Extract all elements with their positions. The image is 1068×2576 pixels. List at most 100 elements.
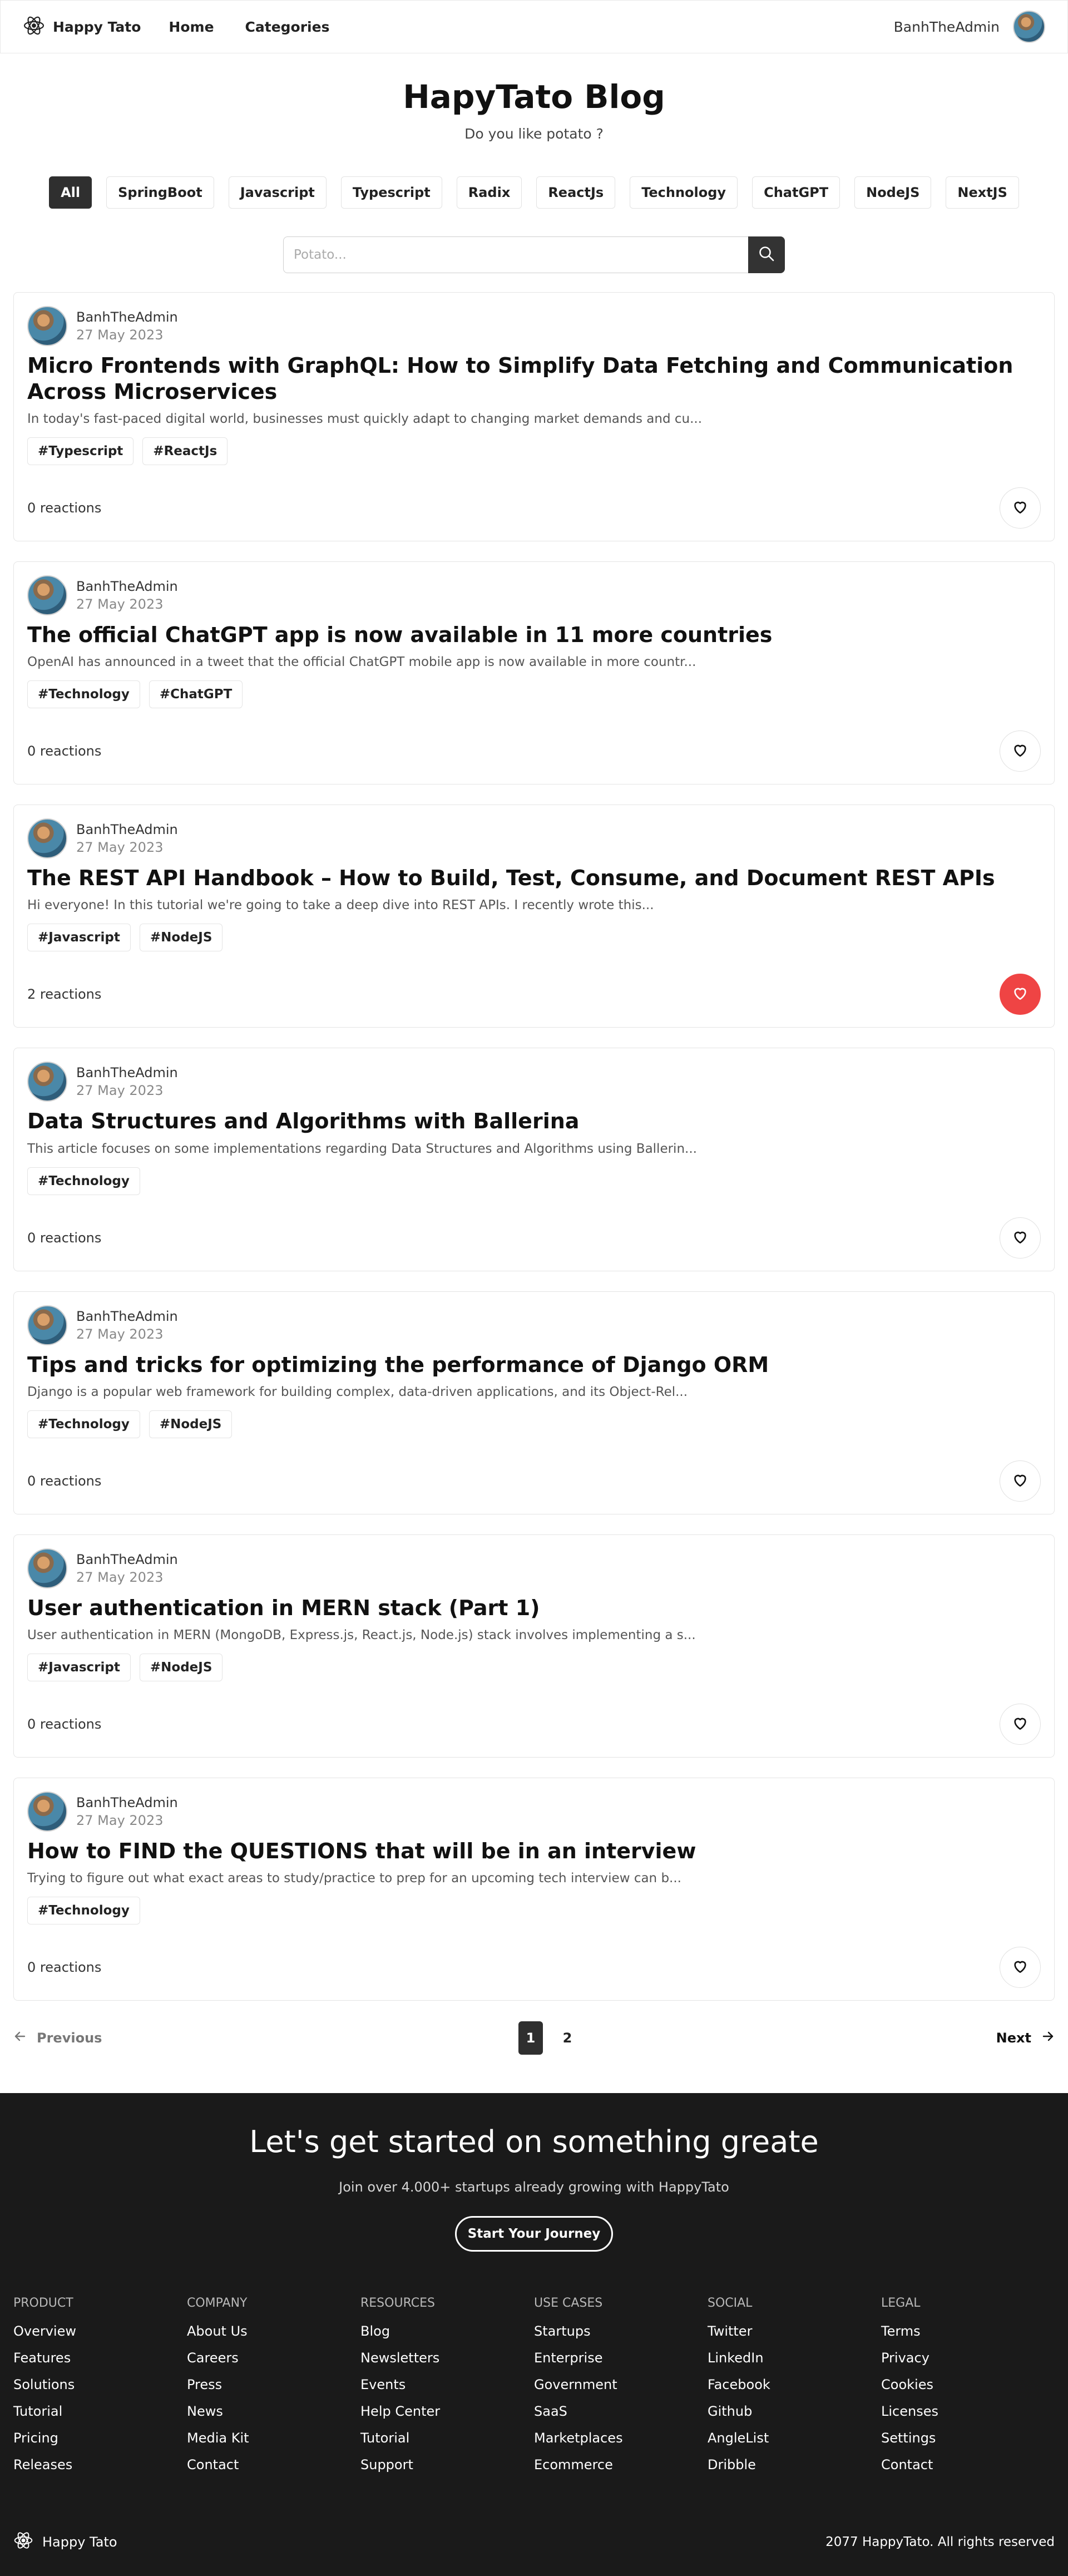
- footer-link[interactable]: AngleList: [708, 2430, 881, 2446]
- category-chip[interactable]: Radix: [456, 176, 522, 209]
- post-card[interactable]: BanhTheAdmin 27 May 2023 Data Structures a…: [13, 1048, 1055, 1271]
- footer-link[interactable]: Overview: [13, 2323, 187, 2339]
- tag-chip[interactable]: #NodeJS: [139, 924, 223, 952]
- search-input[interactable]: [283, 236, 748, 273]
- post-card[interactable]: BanhTheAdmin 27 May 2023 Tips and tricks f…: [13, 1291, 1055, 1514]
- page-number[interactable]: 2: [555, 2021, 580, 2055]
- post-card[interactable]: BanhTheAdmin 27 May 2023 How to FIND the Q…: [13, 1777, 1055, 2001]
- footer-link[interactable]: Startups: [534, 2323, 708, 2339]
- post-card[interactable]: BanhTheAdmin 27 May 2023 Micro Frontends w…: [13, 292, 1055, 542]
- post-title[interactable]: Tips and tricks for optimizing the perfo…: [27, 1352, 1041, 1378]
- category-chip[interactable]: All: [49, 176, 92, 209]
- start-journey-button[interactable]: Start Your Journey: [454, 2215, 614, 2252]
- footer-link[interactable]: Licenses: [881, 2404, 1055, 2419]
- footer-link[interactable]: Contact: [881, 2457, 1055, 2473]
- tag-chip[interactable]: #Technology: [27, 680, 140, 709]
- post-card[interactable]: BanhTheAdmin 27 May 2023 User authenticati…: [13, 1534, 1055, 1758]
- like-button[interactable]: [1000, 731, 1041, 772]
- category-chip[interactable]: Typescript: [340, 176, 442, 209]
- footer-link[interactable]: Settings: [881, 2430, 1055, 2446]
- avatar[interactable]: [27, 1548, 67, 1588]
- category-chip[interactable]: Javascript: [228, 176, 327, 209]
- footer-brand[interactable]: Happy Tato: [13, 2530, 117, 2554]
- nav-link-categories[interactable]: Categories: [245, 19, 330, 35]
- footer-link[interactable]: Blog: [360, 2323, 534, 2339]
- author-name[interactable]: BanhTheAdmin: [76, 822, 178, 837]
- footer-link[interactable]: Help Center: [360, 2404, 534, 2419]
- post-title[interactable]: How to FIND the QUESTIONS that will be i…: [27, 1838, 1041, 1864]
- footer-link[interactable]: Ecommerce: [534, 2457, 708, 2473]
- footer-link[interactable]: Newsletters: [360, 2350, 534, 2366]
- footer-link[interactable]: Cookies: [881, 2377, 1055, 2392]
- footer-link[interactable]: Tutorial: [360, 2430, 534, 2446]
- tag-chip[interactable]: #Javascript: [27, 924, 131, 952]
- footer-link[interactable]: Marketplaces: [534, 2430, 708, 2446]
- user-menu[interactable]: BanhTheAdmin: [894, 11, 1045, 43]
- footer-link[interactable]: Contact: [187, 2457, 360, 2473]
- footer-link[interactable]: Features: [13, 2350, 187, 2366]
- category-chip[interactable]: NodeJS: [854, 176, 932, 209]
- post-title[interactable]: Data Structures and Algorithms with Ball…: [27, 1108, 1041, 1134]
- tag-chip[interactable]: #ChatGPT: [149, 680, 243, 709]
- footer-link[interactable]: LinkedIn: [708, 2350, 881, 2366]
- nav-link-home[interactable]: Home: [169, 19, 214, 35]
- tag-chip[interactable]: #Javascript: [27, 1653, 131, 1681]
- category-chip[interactable]: ReactJs: [536, 176, 616, 209]
- next-page-button[interactable]: Next: [996, 2030, 1055, 2046]
- avatar[interactable]: [27, 306, 67, 346]
- footer-link[interactable]: Events: [360, 2377, 534, 2392]
- avatar[interactable]: [1013, 11, 1045, 43]
- tag-chip[interactable]: #NodeJS: [149, 1410, 233, 1438]
- author-name[interactable]: BanhTheAdmin: [76, 1552, 178, 1567]
- footer-link[interactable]: About Us: [187, 2323, 360, 2339]
- tag-chip[interactable]: #Technology: [27, 1410, 140, 1438]
- footer-link[interactable]: Dribble: [708, 2457, 881, 2473]
- avatar[interactable]: [27, 818, 67, 859]
- like-button[interactable]: [1000, 1460, 1041, 1502]
- category-chip[interactable]: SpringBoot: [106, 176, 214, 209]
- footer-link[interactable]: News: [187, 2404, 360, 2419]
- footer-link[interactable]: Releases: [13, 2457, 187, 2473]
- search-button[interactable]: [748, 236, 785, 273]
- footer-link[interactable]: Government: [534, 2377, 708, 2392]
- like-button[interactable]: [1000, 1946, 1041, 1988]
- tag-chip[interactable]: #NodeJS: [139, 1653, 223, 1681]
- author-name[interactable]: BanhTheAdmin: [76, 309, 178, 325]
- avatar[interactable]: [27, 1305, 67, 1345]
- post-card[interactable]: BanhTheAdmin 27 May 2023 The REST API Hand…: [13, 805, 1055, 1028]
- like-button[interactable]: [1000, 974, 1041, 1015]
- post-card[interactable]: BanhTheAdmin 27 May 2023 The official Chat…: [13, 561, 1055, 785]
- footer-link[interactable]: Tutorial: [13, 2404, 187, 2419]
- author-name[interactable]: BanhTheAdmin: [76, 1065, 178, 1080]
- tag-chip[interactable]: #Typescript: [27, 437, 134, 466]
- footer-link[interactable]: Privacy: [881, 2350, 1055, 2366]
- category-chip[interactable]: Technology: [630, 176, 738, 209]
- footer-link[interactable]: Facebook: [708, 2377, 881, 2392]
- like-button[interactable]: [1000, 487, 1041, 529]
- footer-link[interactable]: Media Kit: [187, 2430, 360, 2446]
- footer-link[interactable]: Press: [187, 2377, 360, 2392]
- category-chip[interactable]: ChatGPT: [752, 176, 840, 209]
- post-title[interactable]: Micro Frontends with GraphQL: How to Sim…: [27, 353, 1041, 405]
- footer-link[interactable]: Pricing: [13, 2430, 187, 2446]
- avatar[interactable]: [27, 1062, 67, 1102]
- footer-link[interactable]: Github: [708, 2404, 881, 2419]
- footer-link[interactable]: Careers: [187, 2350, 360, 2366]
- footer-link[interactable]: Terms: [881, 2323, 1055, 2339]
- author-name[interactable]: BanhTheAdmin: [76, 1795, 178, 1810]
- post-title[interactable]: The official ChatGPT app is now availabl…: [27, 622, 1041, 648]
- tag-chip[interactable]: #ReactJs: [142, 437, 228, 466]
- footer-link[interactable]: Twitter: [708, 2323, 881, 2339]
- post-title[interactable]: User authentication in MERN stack (Part …: [27, 1595, 1041, 1621]
- footer-link[interactable]: Enterprise: [534, 2350, 708, 2366]
- like-button[interactable]: [1000, 1703, 1041, 1745]
- post-title[interactable]: The REST API Handbook – How to Build, Te…: [27, 865, 1041, 891]
- tag-chip[interactable]: #Technology: [27, 1167, 140, 1195]
- previous-page-button[interactable]: Previous: [13, 2030, 102, 2046]
- avatar[interactable]: [27, 1791, 67, 1832]
- like-button[interactable]: [1000, 1217, 1041, 1259]
- author-name[interactable]: BanhTheAdmin: [76, 1309, 178, 1324]
- avatar[interactable]: [27, 575, 67, 616]
- footer-link[interactable]: Solutions: [13, 2377, 187, 2392]
- tag-chip[interactable]: #Technology: [27, 1896, 140, 1924]
